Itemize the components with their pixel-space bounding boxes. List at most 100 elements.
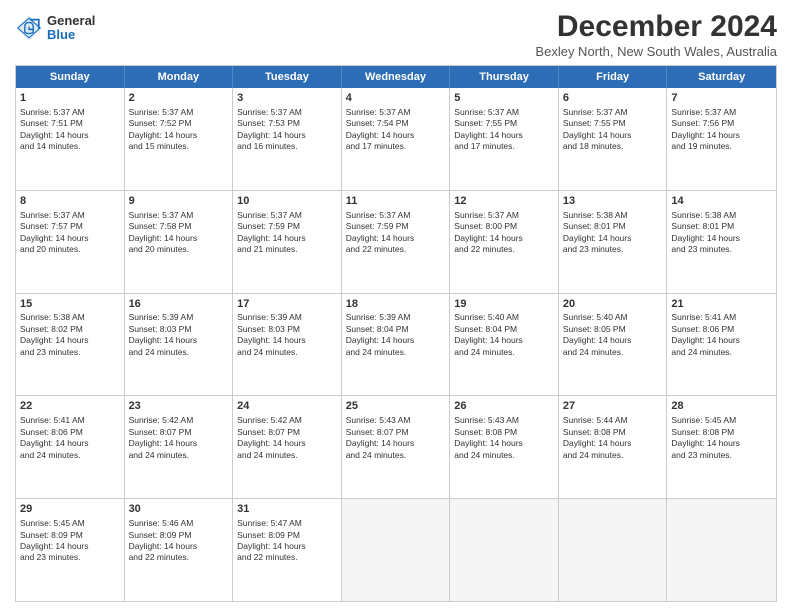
day-info-line: Daylight: 14 hours <box>346 438 446 449</box>
location: Bexley North, New South Wales, Australia <box>535 44 777 59</box>
day-info-line: Sunrise: 5:37 AM <box>454 210 554 221</box>
day-info-line: Daylight: 14 hours <box>20 233 120 244</box>
day-info-line: and 20 minutes. <box>129 244 229 255</box>
day-number: 1 <box>20 91 120 106</box>
day-info-line: Sunset: 7:56 PM <box>671 118 772 129</box>
day-info-line: Daylight: 14 hours <box>237 438 337 449</box>
header-day-friday: Friday <box>559 66 668 88</box>
day-info-line: Sunrise: 5:37 AM <box>671 107 772 118</box>
day-info-line: Sunset: 8:09 PM <box>129 530 229 541</box>
day-info-line: Sunset: 7:58 PM <box>129 221 229 232</box>
day-info-line: Sunrise: 5:42 AM <box>129 415 229 426</box>
day-info-line: Sunrise: 5:38 AM <box>671 210 772 221</box>
day-info-line: Sunrise: 5:37 AM <box>237 210 337 221</box>
day-info-line: Daylight: 14 hours <box>563 438 663 449</box>
day-number: 8 <box>20 194 120 209</box>
day-number: 5 <box>454 91 554 106</box>
day-info-line: Sunset: 8:07 PM <box>129 427 229 438</box>
day-cell-18: 18Sunrise: 5:39 AMSunset: 8:04 PMDayligh… <box>342 294 451 396</box>
empty-cell <box>667 499 776 601</box>
day-info-line: Sunrise: 5:37 AM <box>346 210 446 221</box>
title-section: December 2024 Bexley North, New South Wa… <box>535 10 777 59</box>
day-info-line: and 24 minutes. <box>346 450 446 461</box>
day-info-line: and 19 minutes. <box>671 141 772 152</box>
day-number: 28 <box>671 399 772 414</box>
day-number: 13 <box>563 194 663 209</box>
day-cell-24: 24Sunrise: 5:42 AMSunset: 8:07 PMDayligh… <box>233 396 342 498</box>
day-info-line: Daylight: 14 hours <box>671 438 772 449</box>
day-info-line: Sunset: 7:59 PM <box>346 221 446 232</box>
day-number: 29 <box>20 502 120 517</box>
day-info-line: Daylight: 14 hours <box>129 438 229 449</box>
day-info-line: Sunset: 7:59 PM <box>237 221 337 232</box>
day-info-line: Sunset: 8:04 PM <box>346 324 446 335</box>
day-info-line: Daylight: 14 hours <box>237 233 337 244</box>
day-cell-9: 9Sunrise: 5:37 AMSunset: 7:58 PMDaylight… <box>125 191 234 293</box>
calendar-week-3: 15Sunrise: 5:38 AMSunset: 8:02 PMDayligh… <box>16 293 776 396</box>
day-number: 17 <box>237 297 337 312</box>
calendar: SundayMondayTuesdayWednesdayThursdayFrid… <box>15 65 777 602</box>
day-info-line: Sunrise: 5:40 AM <box>454 312 554 323</box>
day-info-line: Sunrise: 5:45 AM <box>671 415 772 426</box>
day-info-line: Sunrise: 5:44 AM <box>563 415 663 426</box>
day-number: 6 <box>563 91 663 106</box>
day-info-line: Sunset: 8:05 PM <box>563 324 663 335</box>
empty-cell <box>559 499 668 601</box>
day-info-line: and 20 minutes. <box>20 244 120 255</box>
day-info-line: Sunset: 8:08 PM <box>454 427 554 438</box>
day-info-line: Daylight: 14 hours <box>346 233 446 244</box>
day-number: 11 <box>346 194 446 209</box>
day-info-line: Daylight: 14 hours <box>671 130 772 141</box>
day-info-line: Daylight: 14 hours <box>20 130 120 141</box>
day-info-line: Daylight: 14 hours <box>563 233 663 244</box>
day-info-line: Daylight: 14 hours <box>20 541 120 552</box>
day-info-line: and 24 minutes. <box>20 450 120 461</box>
day-number: 24 <box>237 399 337 414</box>
day-info-line: and 18 minutes. <box>563 141 663 152</box>
day-cell-7: 7Sunrise: 5:37 AMSunset: 7:56 PMDaylight… <box>667 88 776 190</box>
logo-icon <box>15 14 43 42</box>
day-info-line: and 24 minutes. <box>563 450 663 461</box>
day-info-line: and 23 minutes. <box>20 552 120 563</box>
day-info-line: Sunset: 8:03 PM <box>237 324 337 335</box>
day-info-line: Daylight: 14 hours <box>454 233 554 244</box>
day-info-line: Daylight: 14 hours <box>454 335 554 346</box>
day-info-line: and 24 minutes. <box>454 347 554 358</box>
day-cell-16: 16Sunrise: 5:39 AMSunset: 8:03 PMDayligh… <box>125 294 234 396</box>
day-info-line: and 24 minutes. <box>237 450 337 461</box>
header-day-thursday: Thursday <box>450 66 559 88</box>
day-info-line: Daylight: 14 hours <box>129 130 229 141</box>
day-info-line: Sunrise: 5:41 AM <box>20 415 120 426</box>
day-info-line: and 22 minutes. <box>346 244 446 255</box>
day-info-line: and 24 minutes. <box>671 347 772 358</box>
day-info-line: and 22 minutes. <box>454 244 554 255</box>
calendar-week-1: 1Sunrise: 5:37 AMSunset: 7:51 PMDaylight… <box>16 88 776 190</box>
day-number: 19 <box>454 297 554 312</box>
day-info-line: and 16 minutes. <box>237 141 337 152</box>
day-cell-13: 13Sunrise: 5:38 AMSunset: 8:01 PMDayligh… <box>559 191 668 293</box>
day-number: 16 <box>129 297 229 312</box>
day-info-line: and 17 minutes. <box>346 141 446 152</box>
day-info-line: and 23 minutes. <box>671 244 772 255</box>
day-info-line: Daylight: 14 hours <box>129 335 229 346</box>
day-info-line: and 23 minutes. <box>563 244 663 255</box>
day-cell-3: 3Sunrise: 5:37 AMSunset: 7:53 PMDaylight… <box>233 88 342 190</box>
day-number: 18 <box>346 297 446 312</box>
calendar-week-4: 22Sunrise: 5:41 AMSunset: 8:06 PMDayligh… <box>16 395 776 498</box>
page: General Blue December 2024 Bexley North,… <box>0 0 792 612</box>
day-info-line: Sunset: 7:55 PM <box>563 118 663 129</box>
day-info-line: Sunset: 8:07 PM <box>346 427 446 438</box>
day-number: 2 <box>129 91 229 106</box>
day-number: 25 <box>346 399 446 414</box>
logo-text: General Blue <box>47 14 95 43</box>
day-cell-25: 25Sunrise: 5:43 AMSunset: 8:07 PMDayligh… <box>342 396 451 498</box>
day-info-line: Daylight: 14 hours <box>346 130 446 141</box>
day-cell-30: 30Sunrise: 5:46 AMSunset: 8:09 PMDayligh… <box>125 499 234 601</box>
day-info-line: and 24 minutes. <box>129 347 229 358</box>
day-cell-17: 17Sunrise: 5:39 AMSunset: 8:03 PMDayligh… <box>233 294 342 396</box>
day-info-line: Daylight: 14 hours <box>563 130 663 141</box>
day-info-line: Sunrise: 5:39 AM <box>129 312 229 323</box>
day-number: 7 <box>671 91 772 106</box>
day-info-line: Daylight: 14 hours <box>671 233 772 244</box>
header-day-monday: Monday <box>125 66 234 88</box>
